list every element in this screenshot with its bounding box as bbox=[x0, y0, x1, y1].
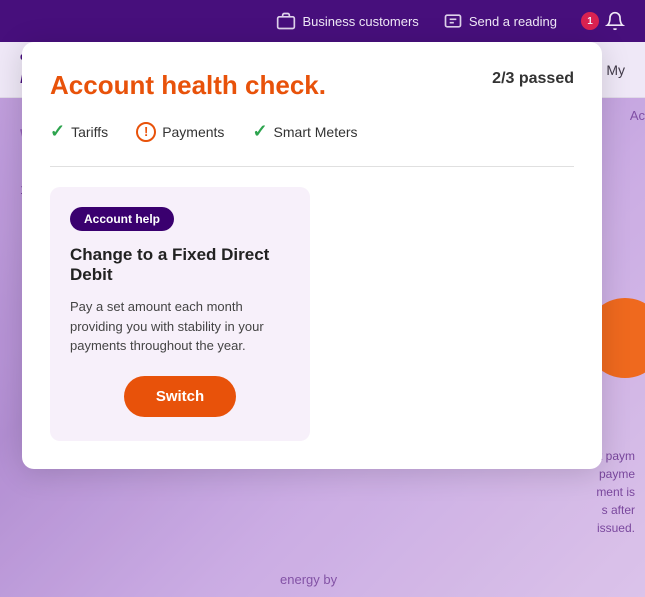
warning-icon: ! bbox=[136, 122, 156, 142]
check-green-icon-2: ✓ bbox=[252, 121, 267, 142]
inner-card: Account help Change to a Fixed Direct De… bbox=[50, 187, 310, 441]
check-green-icon: ✓ bbox=[50, 121, 65, 142]
switch-button[interactable]: Switch bbox=[124, 376, 236, 417]
divider bbox=[50, 166, 574, 167]
inner-card-title: Change to a Fixed Direct Debit bbox=[70, 245, 290, 285]
modal-header: Account health check. 2/3 passed bbox=[50, 70, 574, 101]
check-smart-meters-label: Smart Meters bbox=[274, 124, 358, 140]
check-payments-label: Payments bbox=[162, 124, 224, 140]
modal-title: Account health check. bbox=[50, 70, 326, 101]
passed-badge: 2/3 passed bbox=[492, 70, 574, 88]
check-items-row: ✓ Tariffs ! Payments ✓ Smart Meters bbox=[50, 121, 574, 142]
inner-card-description: Pay a set amount each month providing yo… bbox=[70, 297, 290, 356]
check-tariffs-label: Tariffs bbox=[71, 124, 108, 140]
account-help-badge: Account help bbox=[70, 207, 174, 231]
check-payments: ! Payments bbox=[136, 122, 224, 142]
check-tariffs: ✓ Tariffs bbox=[50, 121, 108, 142]
modal-card: Account health check. 2/3 passed ✓ Tarif… bbox=[22, 42, 602, 469]
check-smart-meters: ✓ Smart Meters bbox=[252, 121, 357, 142]
